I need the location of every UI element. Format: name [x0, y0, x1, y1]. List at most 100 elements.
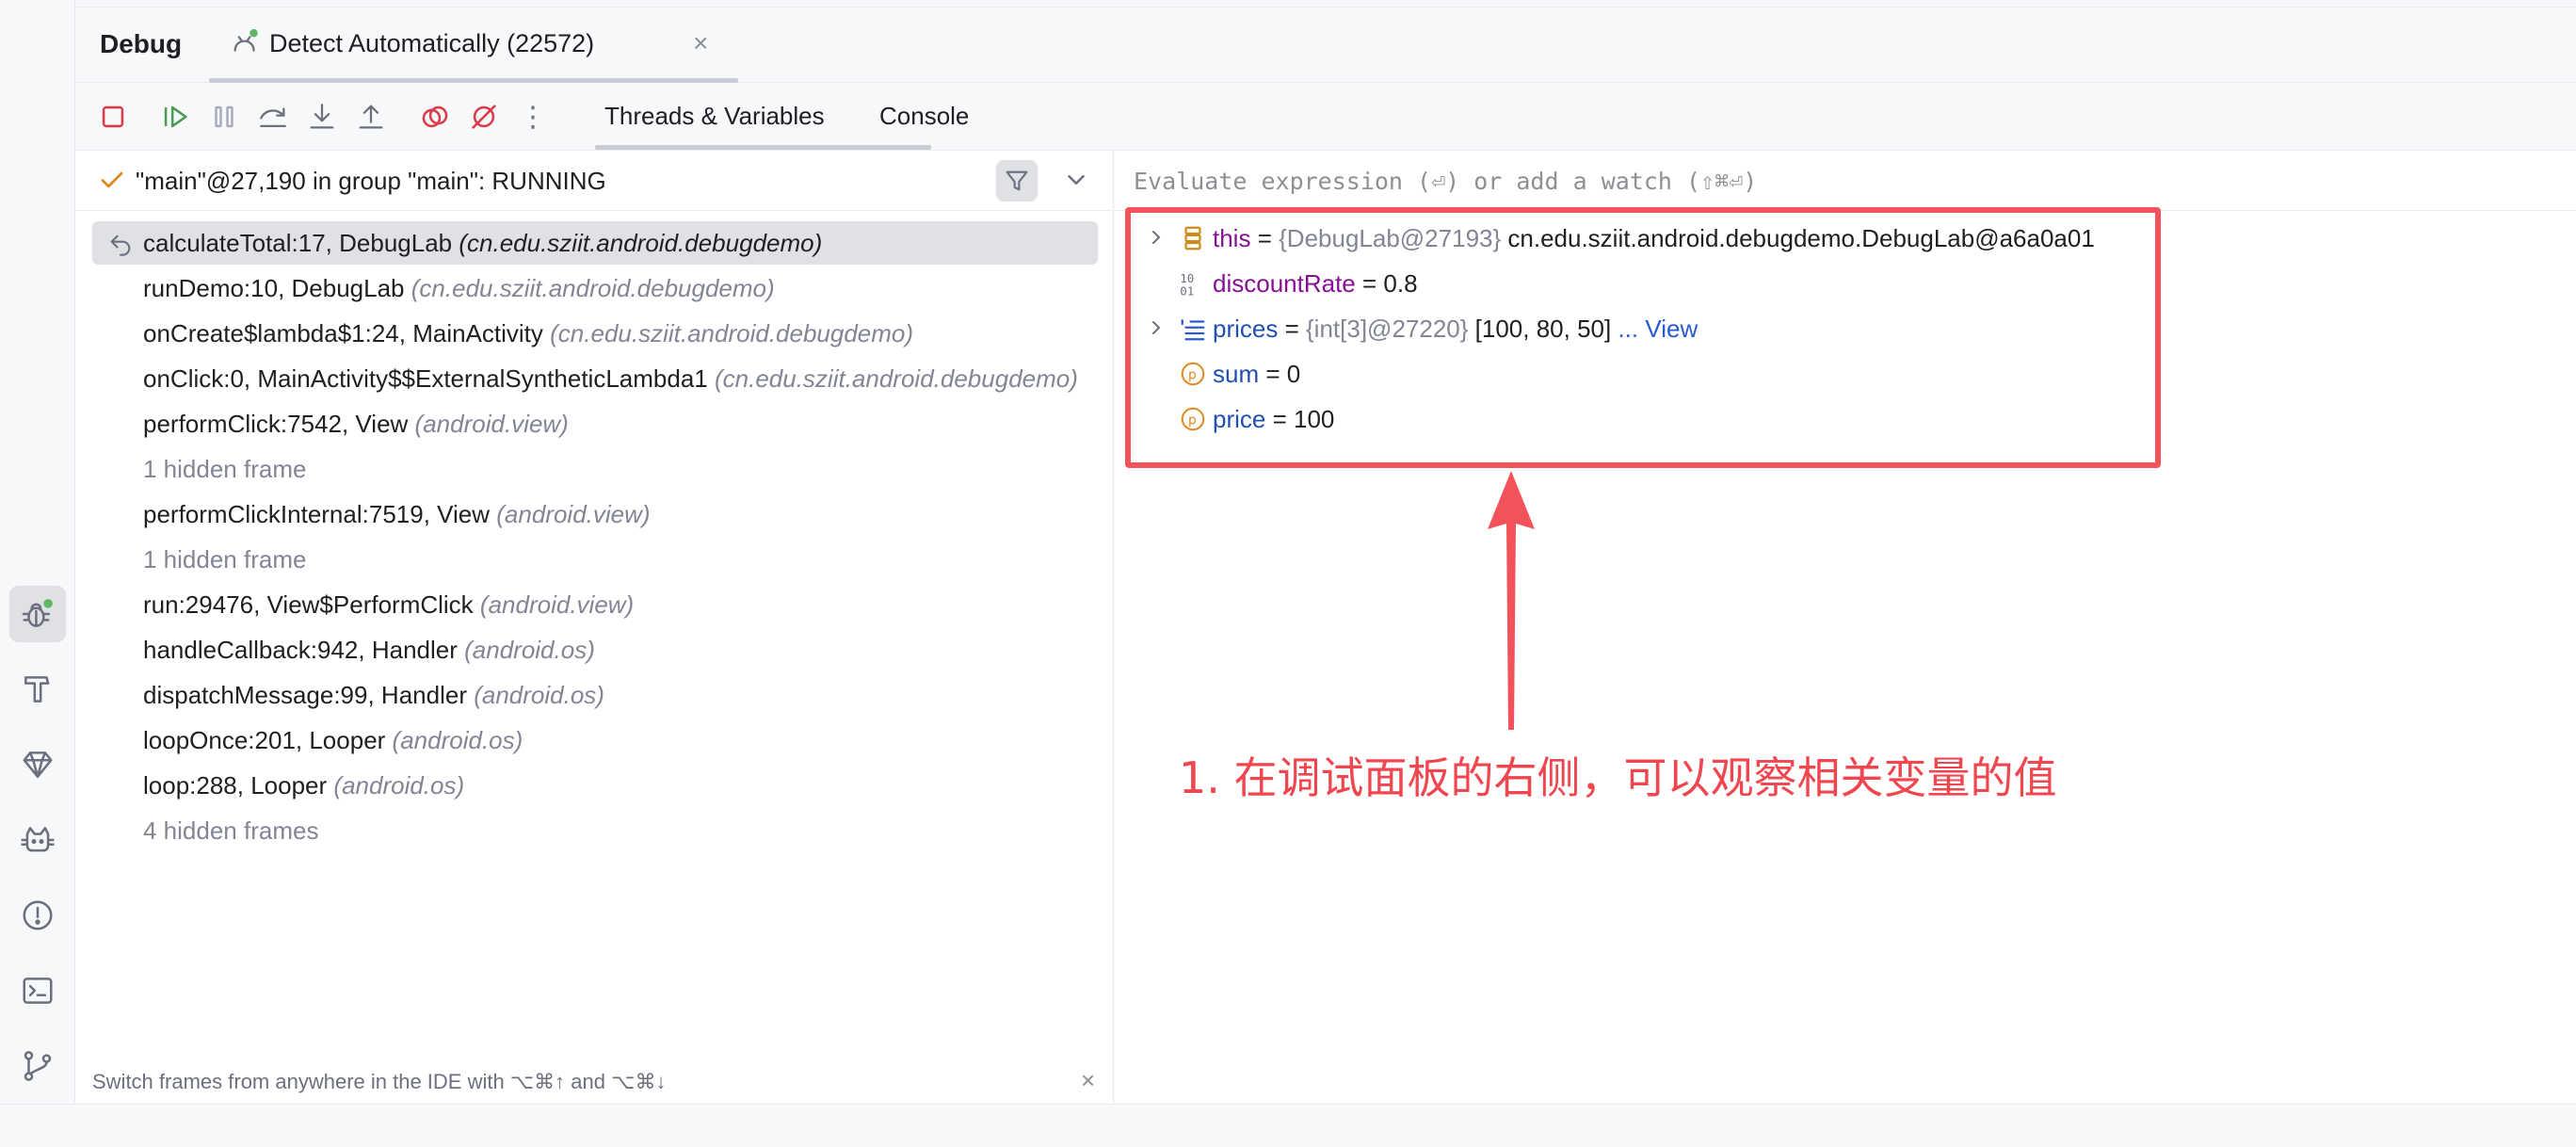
frame-method: loopOnce:201, Looper	[143, 726, 386, 754]
frame-method: run:29476, View$PerformClick	[143, 590, 474, 619]
breakpoints-icon	[422, 105, 448, 128]
frame-package: (android.os)	[464, 636, 595, 664]
equals-sign: =	[1250, 224, 1280, 252]
step-over-icon	[260, 107, 286, 128]
view-breakpoints-button[interactable]	[416, 98, 454, 136]
tool-window-stripe	[0, 0, 75, 1147]
variable-row-discountrate[interactable]: 10 01 discountRate = 0.8	[1115, 262, 2576, 305]
step-out-icon	[359, 105, 383, 129]
frame-method: onClick:0, MainActivity$$ExternalSynthet…	[143, 364, 708, 393]
step-into-icon	[310, 104, 334, 129]
frame-row[interactable]: runDemo:10, DebugLab (cn.edu.sziit.andro…	[92, 267, 1098, 310]
frame-package: (cn.edu.sziit.android.debugdemo)	[714, 364, 1078, 393]
frame-row[interactable]: onClick:0, MainActivity$$ExternalSynthet…	[92, 357, 1098, 400]
frame-package: (android.view)	[496, 500, 651, 528]
equals-sign: =	[1265, 405, 1294, 433]
frame-row[interactable]: handleCallback:942, Handler (android.os)	[92, 628, 1098, 671]
variable-row-sum[interactable]: p sum = 0	[1115, 352, 2576, 396]
debug-icon[interactable]	[9, 586, 66, 642]
step-out-button[interactable]	[352, 98, 390, 136]
frame-package: (cn.edu.sziit.android.debugdemo)	[459, 229, 823, 257]
build-icon[interactable]	[9, 661, 66, 718]
step-into-button[interactable]	[303, 98, 341, 136]
object-icon	[1184, 226, 1201, 250]
svg-text:p: p	[1188, 368, 1197, 383]
frame-label: 4 hidden frames	[143, 816, 318, 846]
variable-row-prices[interactable]: prices = {int[3]@27220} [100, 80, 50] ..…	[1115, 307, 2576, 350]
tab-threads-variables[interactable]: Threads & Variables	[604, 102, 825, 131]
stop-button[interactable]	[94, 98, 132, 136]
tab-console[interactable]: Console	[879, 102, 969, 131]
frame-label: loopOnce:201, Looper (android.os)	[143, 726, 523, 755]
primitive-field-icon: 1001	[1180, 271, 1194, 298]
gem-icon[interactable]	[9, 736, 66, 793]
more-options-icon[interactable]: ⋮	[514, 98, 552, 136]
frame-row[interactable]: onCreate$lambda$1:24, MainActivity (cn.e…	[92, 312, 1098, 355]
equals-sign: =	[1259, 360, 1287, 388]
terminal-icon[interactable]	[9, 962, 66, 1019]
cat-icon[interactable]	[9, 812, 66, 868]
frame-row[interactable]: dispatchMessage:99, Handler (android.os)	[92, 673, 1098, 717]
frame-method: onCreate$lambda$1:24, MainActivity	[143, 319, 543, 347]
variable-name: prices	[1213, 315, 1279, 343]
variable-row-this[interactable]: this = {DebugLab@27193} cn.edu.sziit.and…	[1115, 217, 2576, 260]
parameter-icon: p	[1181, 407, 1205, 431]
chevron-right-icon[interactable]	[1145, 226, 1167, 249]
frame-row[interactable]: performClickInternal:7519, View (android…	[92, 493, 1098, 536]
variable-text: this = {DebugLab@27193} cn.edu.sziit.and…	[1213, 224, 2095, 253]
debug-toolbar: ⋮ Threads & Variables Console	[75, 83, 2576, 151]
frame-label: calculateTotal:17, DebugLab (cn.edu.szii…	[143, 229, 822, 258]
frame-row[interactable]: calculateTotal:17, DebugLab (cn.edu.szii…	[92, 221, 1098, 265]
frame-label: handleCallback:942, Handler (android.os)	[143, 636, 595, 665]
frame-package: (cn.edu.sziit.android.debugdemo)	[550, 319, 914, 347]
frame-method: calculateTotal:17, DebugLab	[143, 229, 453, 257]
frame-row[interactable]: performClick:7542, View (android.view)	[92, 402, 1098, 445]
variable-text: discountRate = 0.8	[1213, 269, 1418, 299]
parameter-icon: p	[1181, 362, 1205, 386]
close-icon[interactable]: ×	[1081, 1066, 1095, 1095]
frame-method: performClickInternal:7519, View	[143, 500, 491, 528]
mute-breakpoints-button[interactable]	[465, 98, 503, 136]
equals-sign: =	[1278, 315, 1306, 343]
session-tab-label: Detect Automatically (22572)	[269, 29, 595, 57]
close-icon[interactable]: ×	[693, 28, 708, 58]
frame-row[interactable]: run:29476, View$PerformClick (android.vi…	[92, 583, 1098, 626]
step-over-button[interactable]	[254, 98, 292, 136]
evaluate-expression-input[interactable]	[1134, 162, 2546, 200]
frame-row[interactable]: loopOnce:201, Looper (android.os)	[92, 719, 1098, 762]
variable-value: cn.edu.sziit.android.debugdemo.DebugLab@…	[1501, 224, 2095, 252]
resume-button[interactable]	[156, 98, 194, 136]
resume-icon	[164, 105, 187, 128]
frame-row[interactable]: loop:288, Looper (android.os)	[92, 764, 1098, 807]
hidden-frames-row[interactable]: 1 hidden frame	[92, 538, 1098, 581]
variable-name: sum	[1213, 360, 1260, 388]
frame-method: loop:288, Looper	[143, 771, 328, 800]
variable-name: this	[1213, 224, 1251, 252]
hidden-frames-row[interactable]: 4 hidden frames	[92, 809, 1098, 852]
thread-label: "main"@27,190 in group "main": RUNNING	[136, 167, 606, 195]
filter-button[interactable]	[996, 160, 1038, 202]
evaluate-bar	[1115, 151, 2576, 211]
frame-label: run:29476, View$PerformClick (android.vi…	[143, 590, 634, 620]
problems-icon[interactable]	[9, 887, 66, 944]
frame-method: handleCallback:942, Handler	[143, 636, 458, 664]
pause-button[interactable]	[205, 98, 243, 136]
chevron-down-icon[interactable]	[1062, 166, 1090, 194]
thread-selector[interactable]: "main"@27,190 in group "main": RUNNING	[75, 151, 1114, 211]
frame-package: (android.os)	[474, 681, 604, 709]
frame-label: runDemo:10, DebugLab (cn.edu.sziit.andro…	[143, 274, 775, 303]
annotation-text: 1. 在调试面板的右侧，可以观察相关变量的值	[1179, 752, 2057, 803]
variable-row-price[interactable]: p price = 100	[1115, 397, 2576, 441]
variables-pane: this = {DebugLab@27193} cn.edu.sziit.and…	[1115, 151, 2576, 1103]
debug-session-tab[interactable]: Detect Automatically (22572) ×	[209, 8, 738, 83]
view-link[interactable]: ... View	[1611, 315, 1698, 343]
frame-method: performClick:7542, View	[143, 410, 409, 438]
variable-type: {DebugLab@27193}	[1279, 224, 1502, 252]
equals-sign: =	[1355, 269, 1384, 298]
git-branch-icon[interactable]	[9, 1038, 66, 1094]
chevron-right-icon[interactable]	[1145, 316, 1167, 339]
tab-selected-indicator	[595, 145, 931, 150]
frame-package: (android.view)	[479, 590, 635, 619]
hidden-frame-text: 1 hidden frame	[143, 455, 307, 483]
hidden-frames-row[interactable]: 1 hidden frame	[92, 447, 1098, 491]
